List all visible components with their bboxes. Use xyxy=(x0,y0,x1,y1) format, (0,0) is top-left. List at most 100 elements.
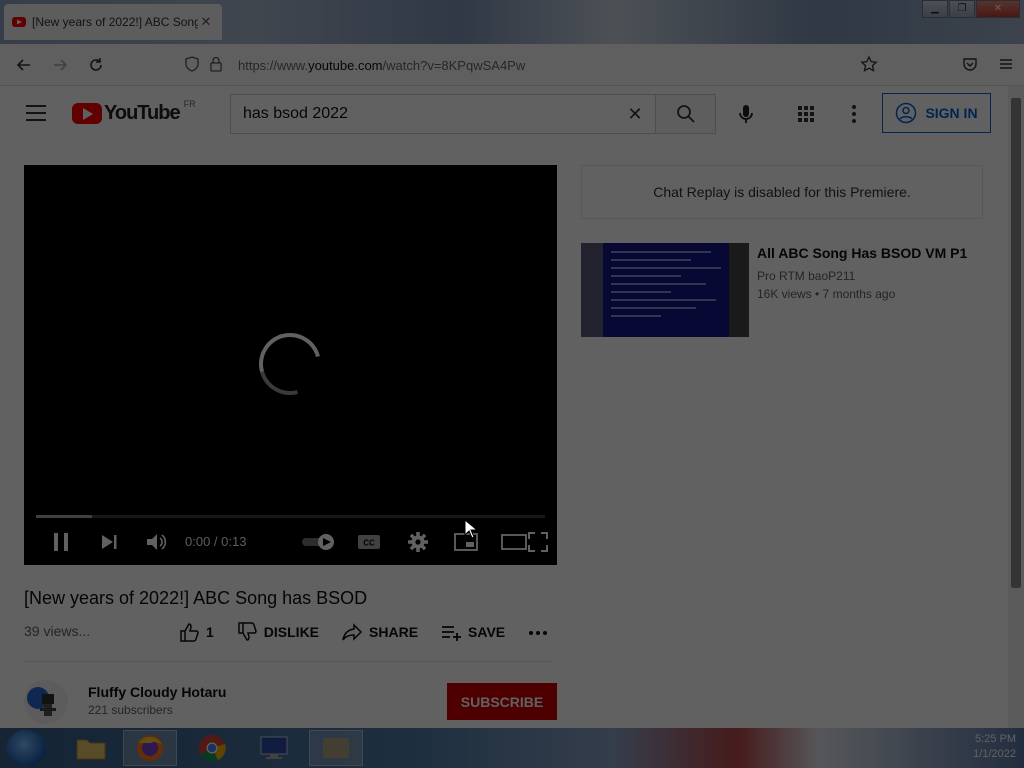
sign-in-label: SIGN IN xyxy=(925,105,978,121)
browser-toolbar: https://www.youtube.com/watch?v=8KPqwSA4… xyxy=(0,44,1024,86)
mouse-cursor-icon xyxy=(464,519,478,539)
close-window-button[interactable]: ✕ xyxy=(976,0,1020,18)
youtube-apps-button[interactable] xyxy=(792,100,820,128)
thumbs-up-icon xyxy=(180,623,199,642)
view-count: 39 views... xyxy=(24,623,91,639)
youtube-play-logo-icon xyxy=(72,103,102,124)
divider xyxy=(24,661,552,662)
guide-menu-button[interactable] xyxy=(22,100,50,128)
back-button[interactable] xyxy=(6,49,42,81)
mute-button[interactable] xyxy=(144,530,168,554)
theater-mode-button[interactable] xyxy=(501,530,527,554)
more-vert-icon xyxy=(852,105,856,123)
window-titlebar: [New years of 2022!] ABC Song has BSOD ✕… xyxy=(0,0,1024,44)
url-bar[interactable]: https://www.youtube.com/watch?v=8KPqwSA4… xyxy=(180,50,840,80)
search-icon xyxy=(676,105,695,123)
closed-captions-icon: CC xyxy=(358,535,380,549)
video-actions: 1 DISLIKE SHARE SAVE xyxy=(178,621,571,643)
svg-text:CC: CC xyxy=(363,539,375,548)
thumbs-down-icon xyxy=(238,622,257,641)
captions-button[interactable]: CC xyxy=(356,530,382,554)
recommended-title[interactable]: All ABC Song Has BSOD VM P1 xyxy=(757,245,997,261)
pocket-button[interactable] xyxy=(952,48,988,80)
app-menu-button[interactable] xyxy=(988,48,1024,80)
sign-in-button[interactable]: SIGN IN xyxy=(882,93,991,133)
more-horiz-icon xyxy=(529,631,548,635)
loading-spinner-icon xyxy=(247,321,333,407)
arrow-right-icon xyxy=(54,58,68,71)
recommended-thumbnail[interactable] xyxy=(581,243,749,337)
minimize-button[interactable]: ▁ xyxy=(922,0,948,18)
fullscreen-toggle[interactable] xyxy=(526,530,550,554)
more-actions-button[interactable] xyxy=(527,621,549,643)
fullscreen-icon xyxy=(528,532,548,552)
bookmark-star-button[interactable] xyxy=(851,48,887,80)
save-label: SAVE xyxy=(468,624,506,640)
window-controls: ▁ ❐ ✕ xyxy=(922,0,1020,18)
like-button[interactable]: 1 xyxy=(178,621,214,643)
recommended-video[interactable]: All ABC Song Has BSOD VM P1 Pro RTM baoP… xyxy=(581,243,1001,337)
windows-taskbar: 5:25 PM 1/1/2022 xyxy=(0,728,1024,768)
maximize-button[interactable]: ❐ xyxy=(949,0,975,18)
tray-time: 5:25 PM xyxy=(975,733,1016,745)
tab-close-icon[interactable]: ✕ xyxy=(198,14,214,30)
search-input[interactable]: has bsod 2022 xyxy=(231,105,615,123)
firefox-icon xyxy=(137,735,163,761)
video-player[interactable]: 0:00 / 0:13 CC xyxy=(24,165,557,565)
taskbar-chrome[interactable] xyxy=(185,730,239,766)
taskbar-app-monitor[interactable] xyxy=(247,730,301,766)
clear-search-icon[interactable]: ✕ xyxy=(615,104,655,125)
autoplay-toggle[interactable] xyxy=(300,530,338,554)
recommended-meta: 16K views • 7 months ago xyxy=(757,287,896,301)
taskbar-firefox[interactable] xyxy=(123,730,177,766)
settings-button[interactable] xyxy=(406,530,430,554)
channel-avatar[interactable] xyxy=(24,680,68,724)
page-scrollbar[interactable] xyxy=(1008,86,1024,728)
taskbar-file-explorer[interactable] xyxy=(64,730,118,766)
gear-icon xyxy=(408,532,428,552)
recommended-channel[interactable]: Pro RTM baoP211 xyxy=(757,269,855,283)
apps-grid-icon xyxy=(798,106,814,122)
pause-button[interactable] xyxy=(50,530,72,554)
save-button[interactable]: SAVE xyxy=(440,621,505,643)
skip-next-icon xyxy=(102,535,117,549)
search-box[interactable]: has bsod 2022 ✕ xyxy=(230,94,656,134)
next-button[interactable] xyxy=(98,530,120,554)
forward-button[interactable] xyxy=(42,49,78,81)
system-tray-clock[interactable]: 5:25 PM 1/1/2022 xyxy=(973,732,1016,762)
reload-icon xyxy=(90,57,102,71)
time-display: 0:00 / 0:13 xyxy=(185,534,247,549)
url-text: https://www.youtube.com/watch?v=8KPqwSA4… xyxy=(238,57,526,73)
pause-icon xyxy=(54,533,68,551)
browser-tab[interactable]: [New years of 2022!] ABC Song has BSOD ✕ xyxy=(4,4,222,40)
scrollbar-thumb[interactable] xyxy=(1011,98,1021,588)
dislike-label: DISLIKE xyxy=(263,624,320,640)
progress-bar[interactable] xyxy=(36,515,545,518)
voice-search-button[interactable] xyxy=(732,100,760,128)
like-count: 1 xyxy=(206,624,214,640)
shield-icon[interactable] xyxy=(180,55,204,75)
logo-text: YouTube xyxy=(104,102,181,124)
hamburger-menu-icon xyxy=(1000,59,1012,69)
avatar-image xyxy=(27,687,56,716)
share-arrow-icon xyxy=(342,623,363,641)
chrome-icon xyxy=(199,735,226,762)
pocket-icon xyxy=(963,58,977,71)
dislike-button[interactable]: DISLIKE xyxy=(236,621,319,643)
share-button[interactable]: SHARE xyxy=(341,621,418,643)
bsod-thumbnail-image xyxy=(581,243,749,337)
arrow-left-icon xyxy=(16,58,30,71)
lock-icon[interactable] xyxy=(204,56,228,75)
tab-title: [New years of 2022!] ABC Song has BSOD xyxy=(32,15,198,29)
reload-button[interactable] xyxy=(78,49,114,81)
youtube-logo[interactable]: YouTube FR xyxy=(72,99,196,125)
youtube-page: YouTube FR has bsod 2022 ✕ SIGN IN 0:00 … xyxy=(0,86,1008,728)
settings-more-button[interactable] xyxy=(842,100,866,128)
channel-name[interactable]: Fluffy Cloudy Hotaru xyxy=(88,684,226,700)
subscribe-button[interactable]: SUBSCRIBE xyxy=(447,683,557,720)
taskbar-app-window[interactable] xyxy=(309,730,363,766)
youtube-header: YouTube FR has bsod 2022 ✕ SIGN IN xyxy=(0,86,1008,142)
start-button[interactable] xyxy=(6,730,46,766)
chat-replay-notice: Chat Replay is disabled for this Premier… xyxy=(581,165,983,219)
search-button[interactable] xyxy=(656,94,716,134)
